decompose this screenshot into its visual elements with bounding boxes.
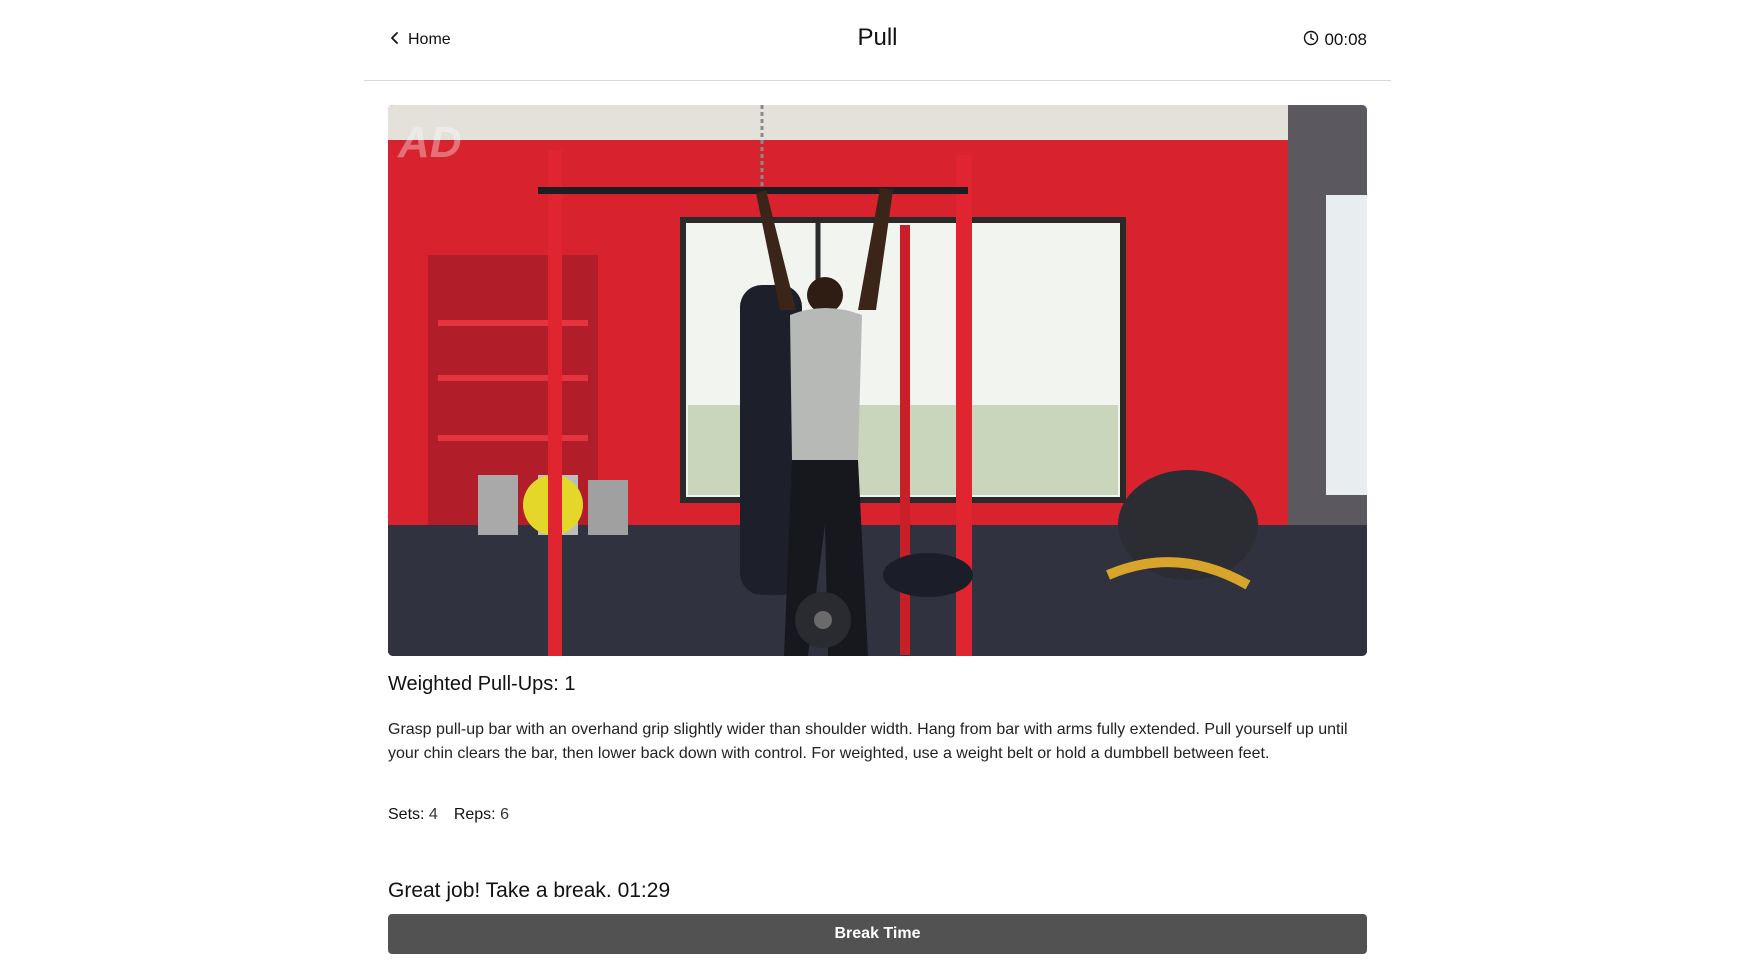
reps-label: Reps: <box>453 806 496 823</box>
exercise-title: Weighted Pull-Ups: 1 <box>388 673 576 695</box>
sets-value: 4 <box>428 806 438 823</box>
sets-label: Sets: <box>388 806 425 823</box>
break-time-button[interactable]: Break Time <box>388 914 1367 954</box>
reps-info: Reps: 6 <box>454 806 509 824</box>
break-countdown-message: Great job! Take a break. 01:29 <box>388 879 671 902</box>
svg-text:AD: AD <box>397 118 462 167</box>
exercise-meta: Sets: 4 Reps: 6 <box>388 806 509 824</box>
workout-screen: Home Pull 00:08 AD Weighted Pull-Ups: 1 … <box>364 0 1391 975</box>
sets-info: Sets: 4 <box>388 806 438 824</box>
page-title: Pull <box>857 24 898 51</box>
elapsed-time-value: 00:08 <box>1324 30 1367 49</box>
elapsed-timer: 00:08 <box>1303 29 1367 51</box>
reps-value: 6 <box>500 806 509 823</box>
exercise-description: Grasp pull-up bar with an overhand grip … <box>388 721 1348 762</box>
exercise-video[interactable]: AD <box>388 105 1367 656</box>
top-bar: Home Pull 00:08 <box>364 0 1391 81</box>
clock-icon <box>1303 30 1319 51</box>
